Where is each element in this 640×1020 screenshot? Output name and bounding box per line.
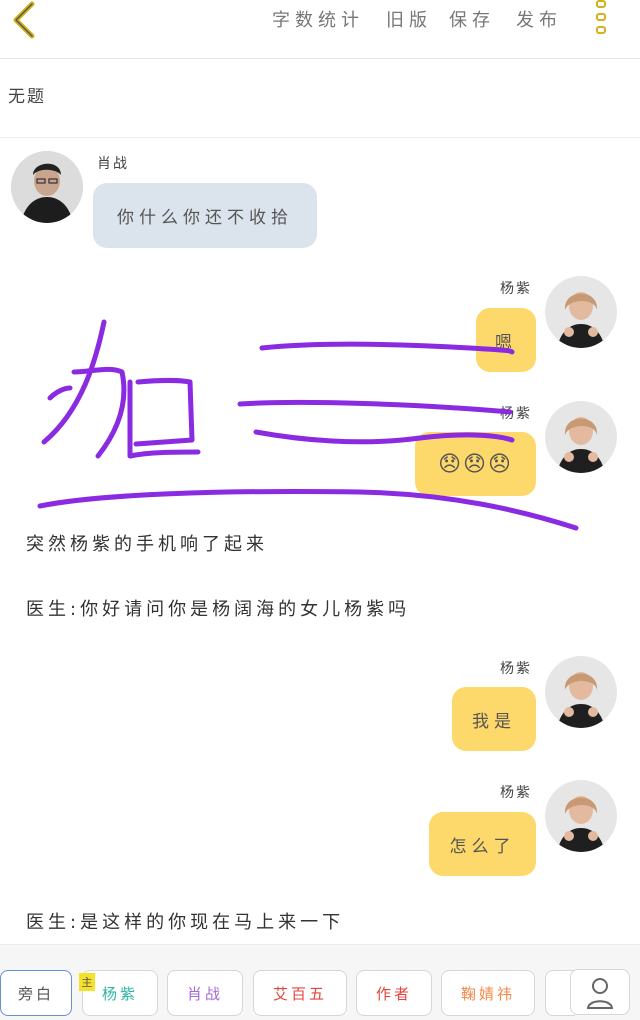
narration-text[interactable]: 医生:是这样的你现在马上来一下 [26, 908, 344, 934]
divider [0, 137, 640, 138]
chip-ai-bai-wu[interactable]: 艾百五 [253, 970, 347, 1016]
chip-label: 旁白 [17, 984, 54, 1003]
word-count-button[interactable]: 字数统计 [272, 6, 364, 32]
save-button[interactable]: 保存 [449, 6, 495, 32]
avatar-image [545, 276, 617, 348]
avatar-xiao-zhan[interactable] [11, 151, 83, 223]
chip-ju-jing-yi[interactable]: 鞠婧祎 [441, 970, 535, 1016]
chip-narrator[interactable]: 旁白 [0, 970, 72, 1016]
publish-button[interactable]: 发布 [516, 6, 562, 32]
speaker-name: 杨紫 [500, 661, 532, 677]
kebab-dot-icon [596, 0, 606, 8]
speaker-name: 杨紫 [500, 406, 532, 422]
speaker-name: 杨紫 [500, 281, 532, 297]
avatar-image [545, 656, 617, 728]
avatar-image [545, 780, 617, 852]
kebab-dot-icon [596, 13, 606, 21]
message-bubble[interactable]: 😞😞😞 [415, 432, 536, 496]
avatar-yang-zi[interactable] [545, 780, 617, 852]
add-character-button[interactable] [570, 969, 630, 1015]
chip-label: 艾百五 [272, 984, 327, 1003]
avatar-image [545, 401, 617, 473]
speaker-name: 肖战 [97, 156, 129, 172]
kebab-dot-icon [596, 26, 606, 34]
chip-label: 作者 [375, 984, 412, 1003]
narration-text[interactable]: 医生:你好请问你是杨阔海的女儿杨紫吗 [26, 595, 410, 621]
avatar-image [11, 151, 83, 223]
character-bar: 旁白 杨紫 主 肖战 艾百五 作者 鞠婧祎 [0, 944, 640, 1020]
speaker-name: 杨紫 [500, 785, 532, 801]
chip-xiao-zhan[interactable]: 肖战 [167, 970, 243, 1016]
chip-author[interactable]: 作者 [356, 970, 432, 1016]
chevron-left-icon [13, 1, 35, 39]
back-button[interactable] [6, 0, 40, 40]
chip-label: 鞠婧祎 [460, 984, 515, 1003]
chip-label: 肖战 [186, 984, 223, 1003]
top-bar: 字数统计 旧版 保存 发布 [0, 0, 640, 59]
narration-text[interactable]: 突然杨紫的手机响了起来 [26, 530, 268, 556]
avatar-yang-zi[interactable] [545, 656, 617, 728]
handwriting-scribble [37, 319, 579, 531]
chip-label: 杨紫 [101, 984, 138, 1003]
more-menu-button[interactable] [596, 0, 612, 44]
message-bubble[interactable]: 嗯 [476, 308, 536, 372]
message-bubble[interactable]: 你什么你还不收拾 [93, 183, 317, 248]
avatar-yang-zi[interactable] [545, 276, 617, 348]
document-title[interactable]: 无题 [8, 82, 46, 107]
message-bubble[interactable]: 我是 [452, 687, 536, 751]
old-version-button[interactable]: 旧版 [386, 6, 432, 32]
message-bubble[interactable]: 怎么了 [429, 812, 536, 876]
avatar-yang-zi[interactable] [545, 401, 617, 473]
user-icon [586, 978, 614, 1009]
host-badge: 主 [79, 973, 95, 991]
